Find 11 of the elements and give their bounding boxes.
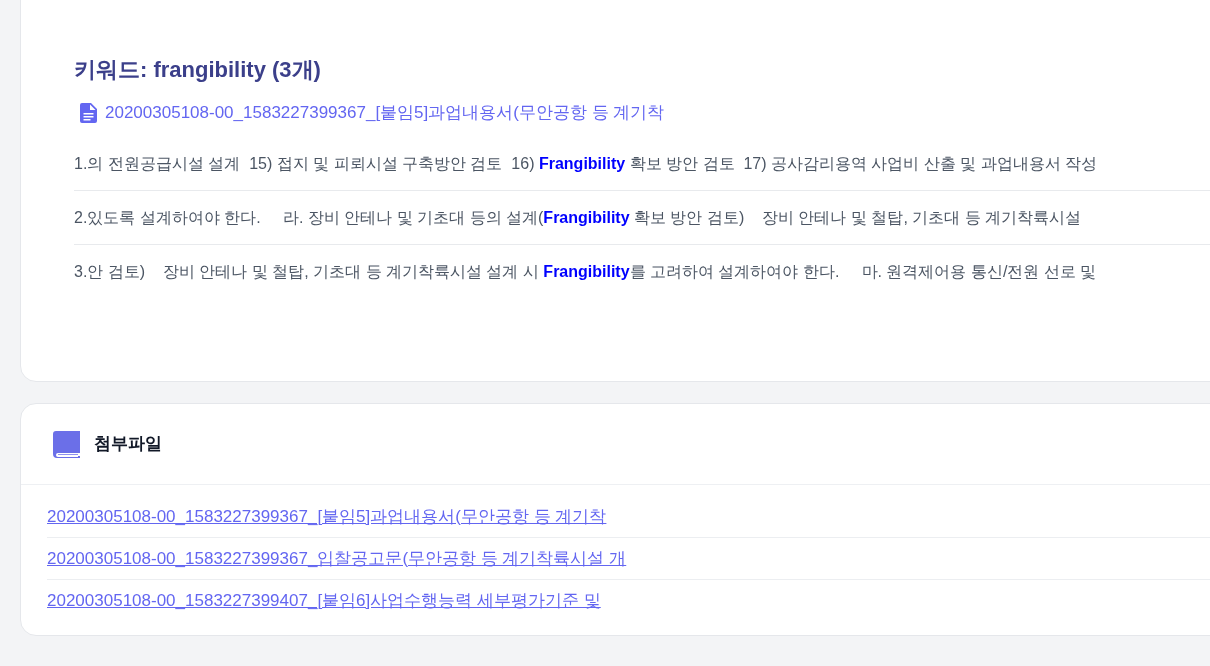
attachment-link[interactable]: 20200305108-00_1583227399407_[붙임6]사업수행능력 세부평가기준 및 [47, 589, 601, 613]
search-snippet: 1.의 전원공급시설 설계 15) 접지 및 피뢰시설 구축방안 검토 16) Frangibility 확보 방안 검토 17) 공사감리용역 사업비 산출 및 과업내용서 작성 [74, 153, 1098, 174]
attachment-link[interactable]: 20200305108-00_1583227399367_입찰공고문(무안공항 등 계기착륙시설 개 [47, 546, 627, 571]
search-snippet: 2.있도록 설계하여야 한다. 라. 장비 안테나 및 기초대 등의 설계(Frangibility 확보 방안 검토) 장비 안테나 및 철탑, 기초대 등 계기착륙시설 [74, 207, 1082, 228]
section-heading: 키워드: frangibility (3개) [74, 56, 321, 84]
attachment-link[interactable]: 20200305108-00_1583227399367_[붙임5]과업내용서(무안공항 등 계기착 [47, 504, 607, 529]
book-icon [53, 430, 80, 458]
search-snippet: 3.안 검토) 장비 안테나 및 철탑, 기초대 등 계기착륙시설 설계 시 Frangibility를 고려하여 설계하여야 한다. 마. 원격제어용 통신/전원 선로 및 [74, 262, 1097, 282]
document-icon [80, 103, 97, 123]
file-link[interactable]: 20200305108-00_1583227399367_[붙임5]과업내용서(무안공항 등 계기착 [105, 101, 665, 125]
section-title: 첨부파일 [94, 433, 162, 455]
